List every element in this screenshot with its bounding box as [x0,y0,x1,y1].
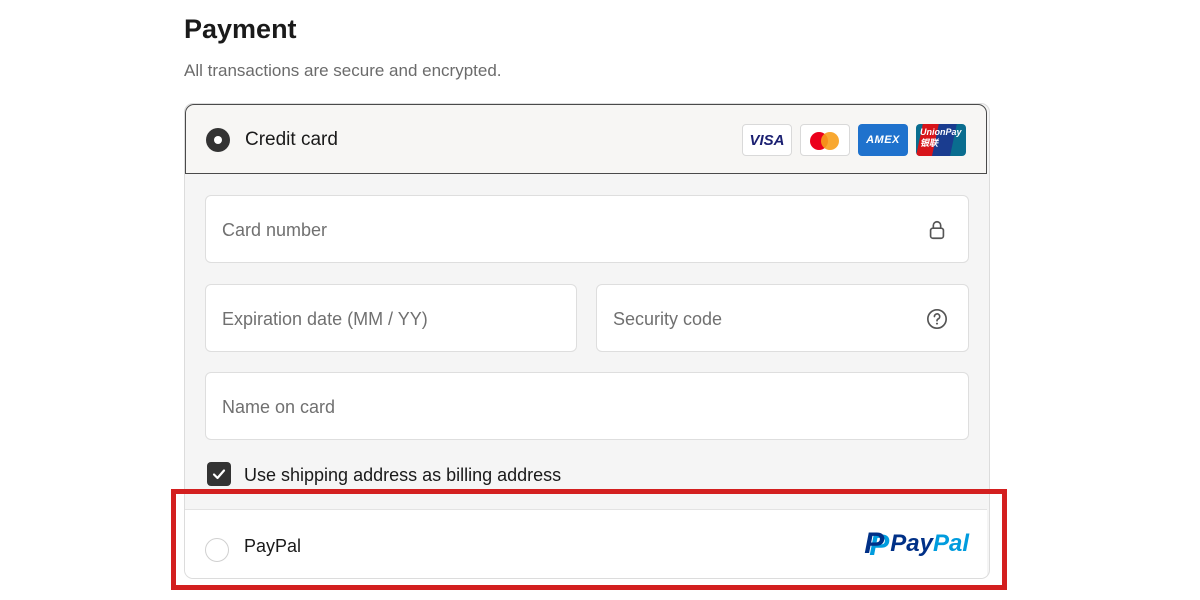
visa-logo: VISA [742,124,792,156]
billing-address-checkbox[interactable] [207,462,231,486]
billing-address-label: Use shipping address as billing address [244,465,562,485]
credit-card-label: Credit card [245,129,338,150]
unionpay-logo: UnionPay 银联 [916,124,966,156]
security-code-placeholder: Security code [613,309,723,329]
expiration-date-placeholder: Expiration date (MM / YY) [222,309,428,329]
page-subtitle: All transactions are secure and encrypte… [184,61,502,80]
credit-card-radio[interactable] [206,128,230,152]
paypal-highlight-box [171,489,1007,590]
amex-logo: AMEX [858,124,908,156]
check-icon [212,469,226,480]
visa-logo-text: VISA [749,131,785,149]
unionpay-logo-text: UnionPay 银联 [920,127,962,148]
credit-card-option[interactable]: Credit card VISA AMEX UnionPay 银联 [185,104,987,174]
name-on-card-placeholder: Name on card [222,397,336,417]
lock-icon [929,220,945,240]
card-number-placeholder: Card number [222,220,328,240]
mastercard-logo [800,124,850,156]
card-number-field[interactable]: Card number [205,195,969,263]
expiration-date-field[interactable]: Expiration date (MM / YY) [205,284,577,352]
name-on-card-field[interactable]: Name on card [205,372,969,440]
help-circle-icon[interactable] [926,308,948,330]
card-logos: VISA AMEX UnionPay 银联 [742,124,966,156]
page-title: Payment [184,14,297,44]
amex-logo-text: AMEX [866,134,900,146]
security-code-field[interactable]: Security code [596,284,969,352]
